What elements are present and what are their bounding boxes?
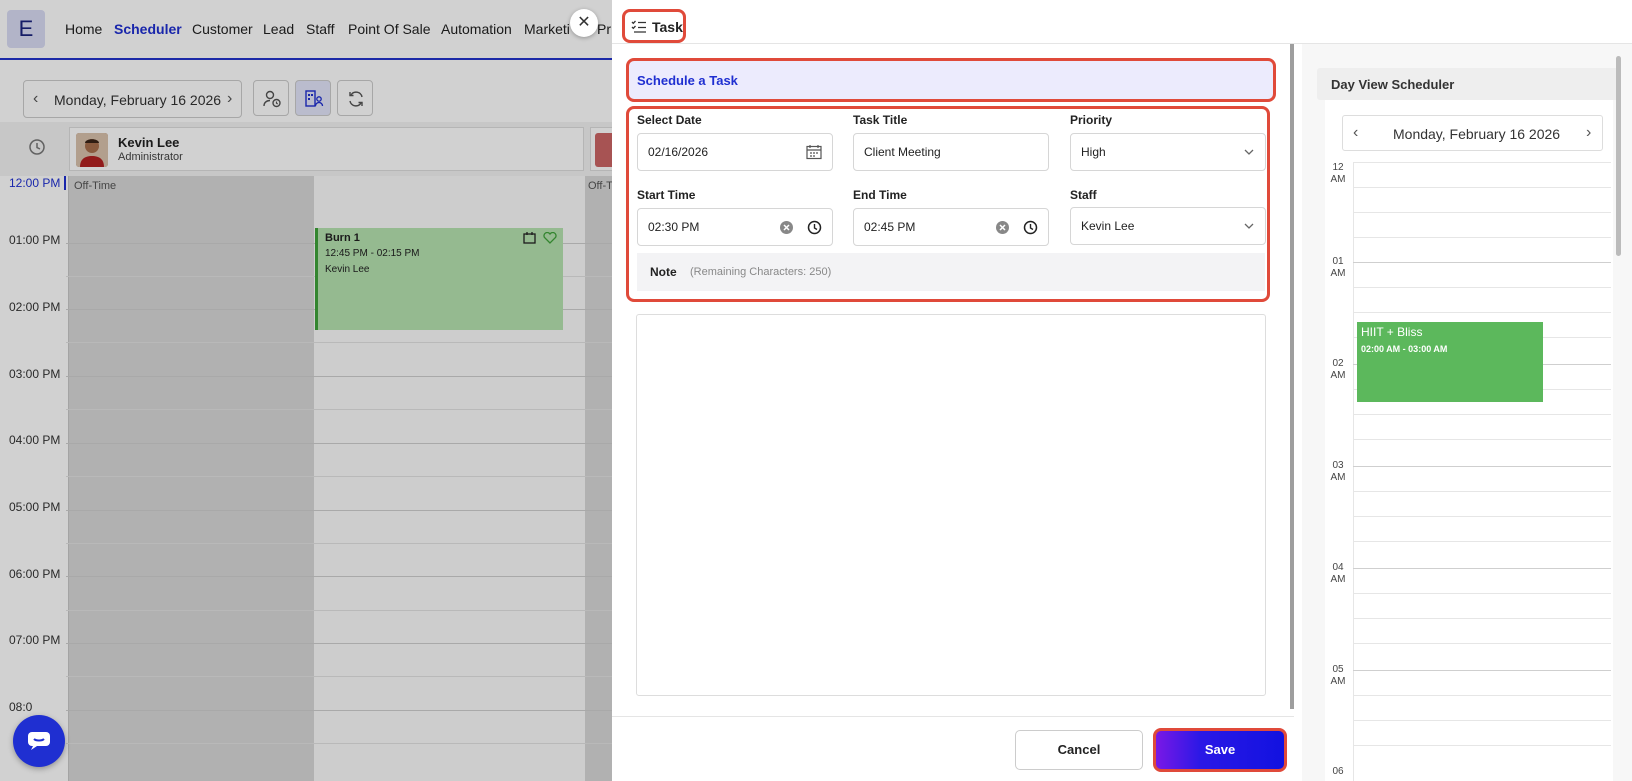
note-remaining-characters: (Remaining Characters: 250) xyxy=(690,266,832,278)
task-fields-group: Select Date 02/16/2026 Task Title Client… xyxy=(626,106,1270,302)
select-date-value: 02/16/2026 xyxy=(648,145,709,159)
day-view-hour-label: 12 AM xyxy=(1330,162,1346,185)
task-form: Schedule a Task Select Date 02/16/2026 T… xyxy=(612,44,1292,716)
chat-widget-button[interactable] xyxy=(13,715,65,767)
priority-label: Priority xyxy=(1070,113,1113,127)
task-title-label: Task Title xyxy=(853,113,908,127)
event-time: 02:00 AM - 03:00 AM xyxy=(1361,344,1448,354)
day-view-hour-label: 05 AM xyxy=(1330,664,1346,687)
clock-icon[interactable] xyxy=(1023,220,1038,235)
day-view-hour-label: 01 AM xyxy=(1330,256,1346,279)
chevron-left-icon[interactable]: ‹ xyxy=(1353,124,1358,142)
staff-label: Staff xyxy=(1070,188,1097,202)
day-view-body: ‹ Monday, February 16 2026 › 12 AM 01 AM… xyxy=(1325,100,1613,781)
day-view-event[interactable]: HIIT + Bliss 02:00 AM - 03:00 AM xyxy=(1357,322,1543,402)
day-view-date-label: Monday, February 16 2026 xyxy=(1393,126,1561,142)
clear-icon[interactable] xyxy=(779,220,794,235)
close-icon: ✕ xyxy=(577,14,591,31)
day-view-hour-label: 02 AM xyxy=(1330,358,1346,381)
chevron-down-icon xyxy=(1244,223,1254,229)
day-view-scheduler: Day View Scheduler ‹ Monday, February 16… xyxy=(1302,44,1632,781)
end-time-value: 02:45 PM xyxy=(864,220,916,234)
clear-icon[interactable] xyxy=(995,220,1010,235)
day-view-grid[interactable]: 12 AM 01 AM 02 AM 03 AM 04 AM 05 AM 06 HIIT + … xyxy=(1325,162,1613,781)
staff-value: Kevin Lee xyxy=(1081,219,1135,233)
task-title-input[interactable]: Client Meeting xyxy=(853,133,1049,171)
start-time-value: 02:30 PM xyxy=(648,220,700,234)
day-view-hour-label: 03 AM xyxy=(1330,460,1346,483)
day-view-header: Day View Scheduler xyxy=(1317,68,1619,100)
chevron-down-icon xyxy=(1244,149,1254,155)
chat-icon xyxy=(28,732,50,750)
chevron-right-icon[interactable]: › xyxy=(1586,124,1591,142)
close-panel-button[interactable]: ✕ xyxy=(570,9,598,37)
panel-divider[interactable] xyxy=(1290,44,1294,709)
day-view-hour-label: 04 AM xyxy=(1330,562,1346,585)
day-view-hour-label: 06 xyxy=(1332,766,1344,777)
day-view-scrollbar[interactable] xyxy=(1616,56,1621,256)
panel-footer: Cancel Save xyxy=(612,716,1294,781)
note-textarea[interactable] xyxy=(636,314,1266,696)
end-time-input[interactable]: 02:45 PM xyxy=(853,208,1049,246)
clock-icon[interactable] xyxy=(807,220,822,235)
task-tab[interactable]: Task xyxy=(622,9,686,43)
save-button[interactable]: Save xyxy=(1153,728,1287,772)
task-panel: Task Schedule a Task Select Date 02/16/2… xyxy=(612,0,1632,781)
note-header: Note (Remaining Characters: 250) xyxy=(637,253,1265,291)
priority-select[interactable]: High xyxy=(1070,133,1266,171)
end-time-label: End Time xyxy=(853,188,907,202)
panel-title-bar: Task xyxy=(612,0,1632,44)
event-title: HIIT + Bliss xyxy=(1361,325,1423,339)
priority-value: High xyxy=(1081,145,1106,159)
select-date-input[interactable]: 02/16/2026 xyxy=(637,133,833,171)
start-time-label: Start Time xyxy=(637,188,696,202)
section-title: Schedule a Task xyxy=(637,73,738,88)
day-view-title: Day View Scheduler xyxy=(1331,77,1455,92)
section-header: Schedule a Task xyxy=(626,58,1276,102)
panel-title: Task xyxy=(652,19,683,35)
calendar-icon[interactable] xyxy=(806,144,822,160)
task-title-value: Client Meeting xyxy=(864,145,941,159)
cancel-button[interactable]: Cancel xyxy=(1015,730,1143,770)
select-date-label: Select Date xyxy=(637,113,702,127)
note-label: Note xyxy=(650,265,677,279)
day-view-date-navigator: ‹ Monday, February 16 2026 › xyxy=(1342,115,1603,151)
start-time-input[interactable]: 02:30 PM xyxy=(637,208,833,246)
staff-select[interactable]: Kevin Lee xyxy=(1070,207,1266,245)
task-list-icon xyxy=(631,20,646,33)
